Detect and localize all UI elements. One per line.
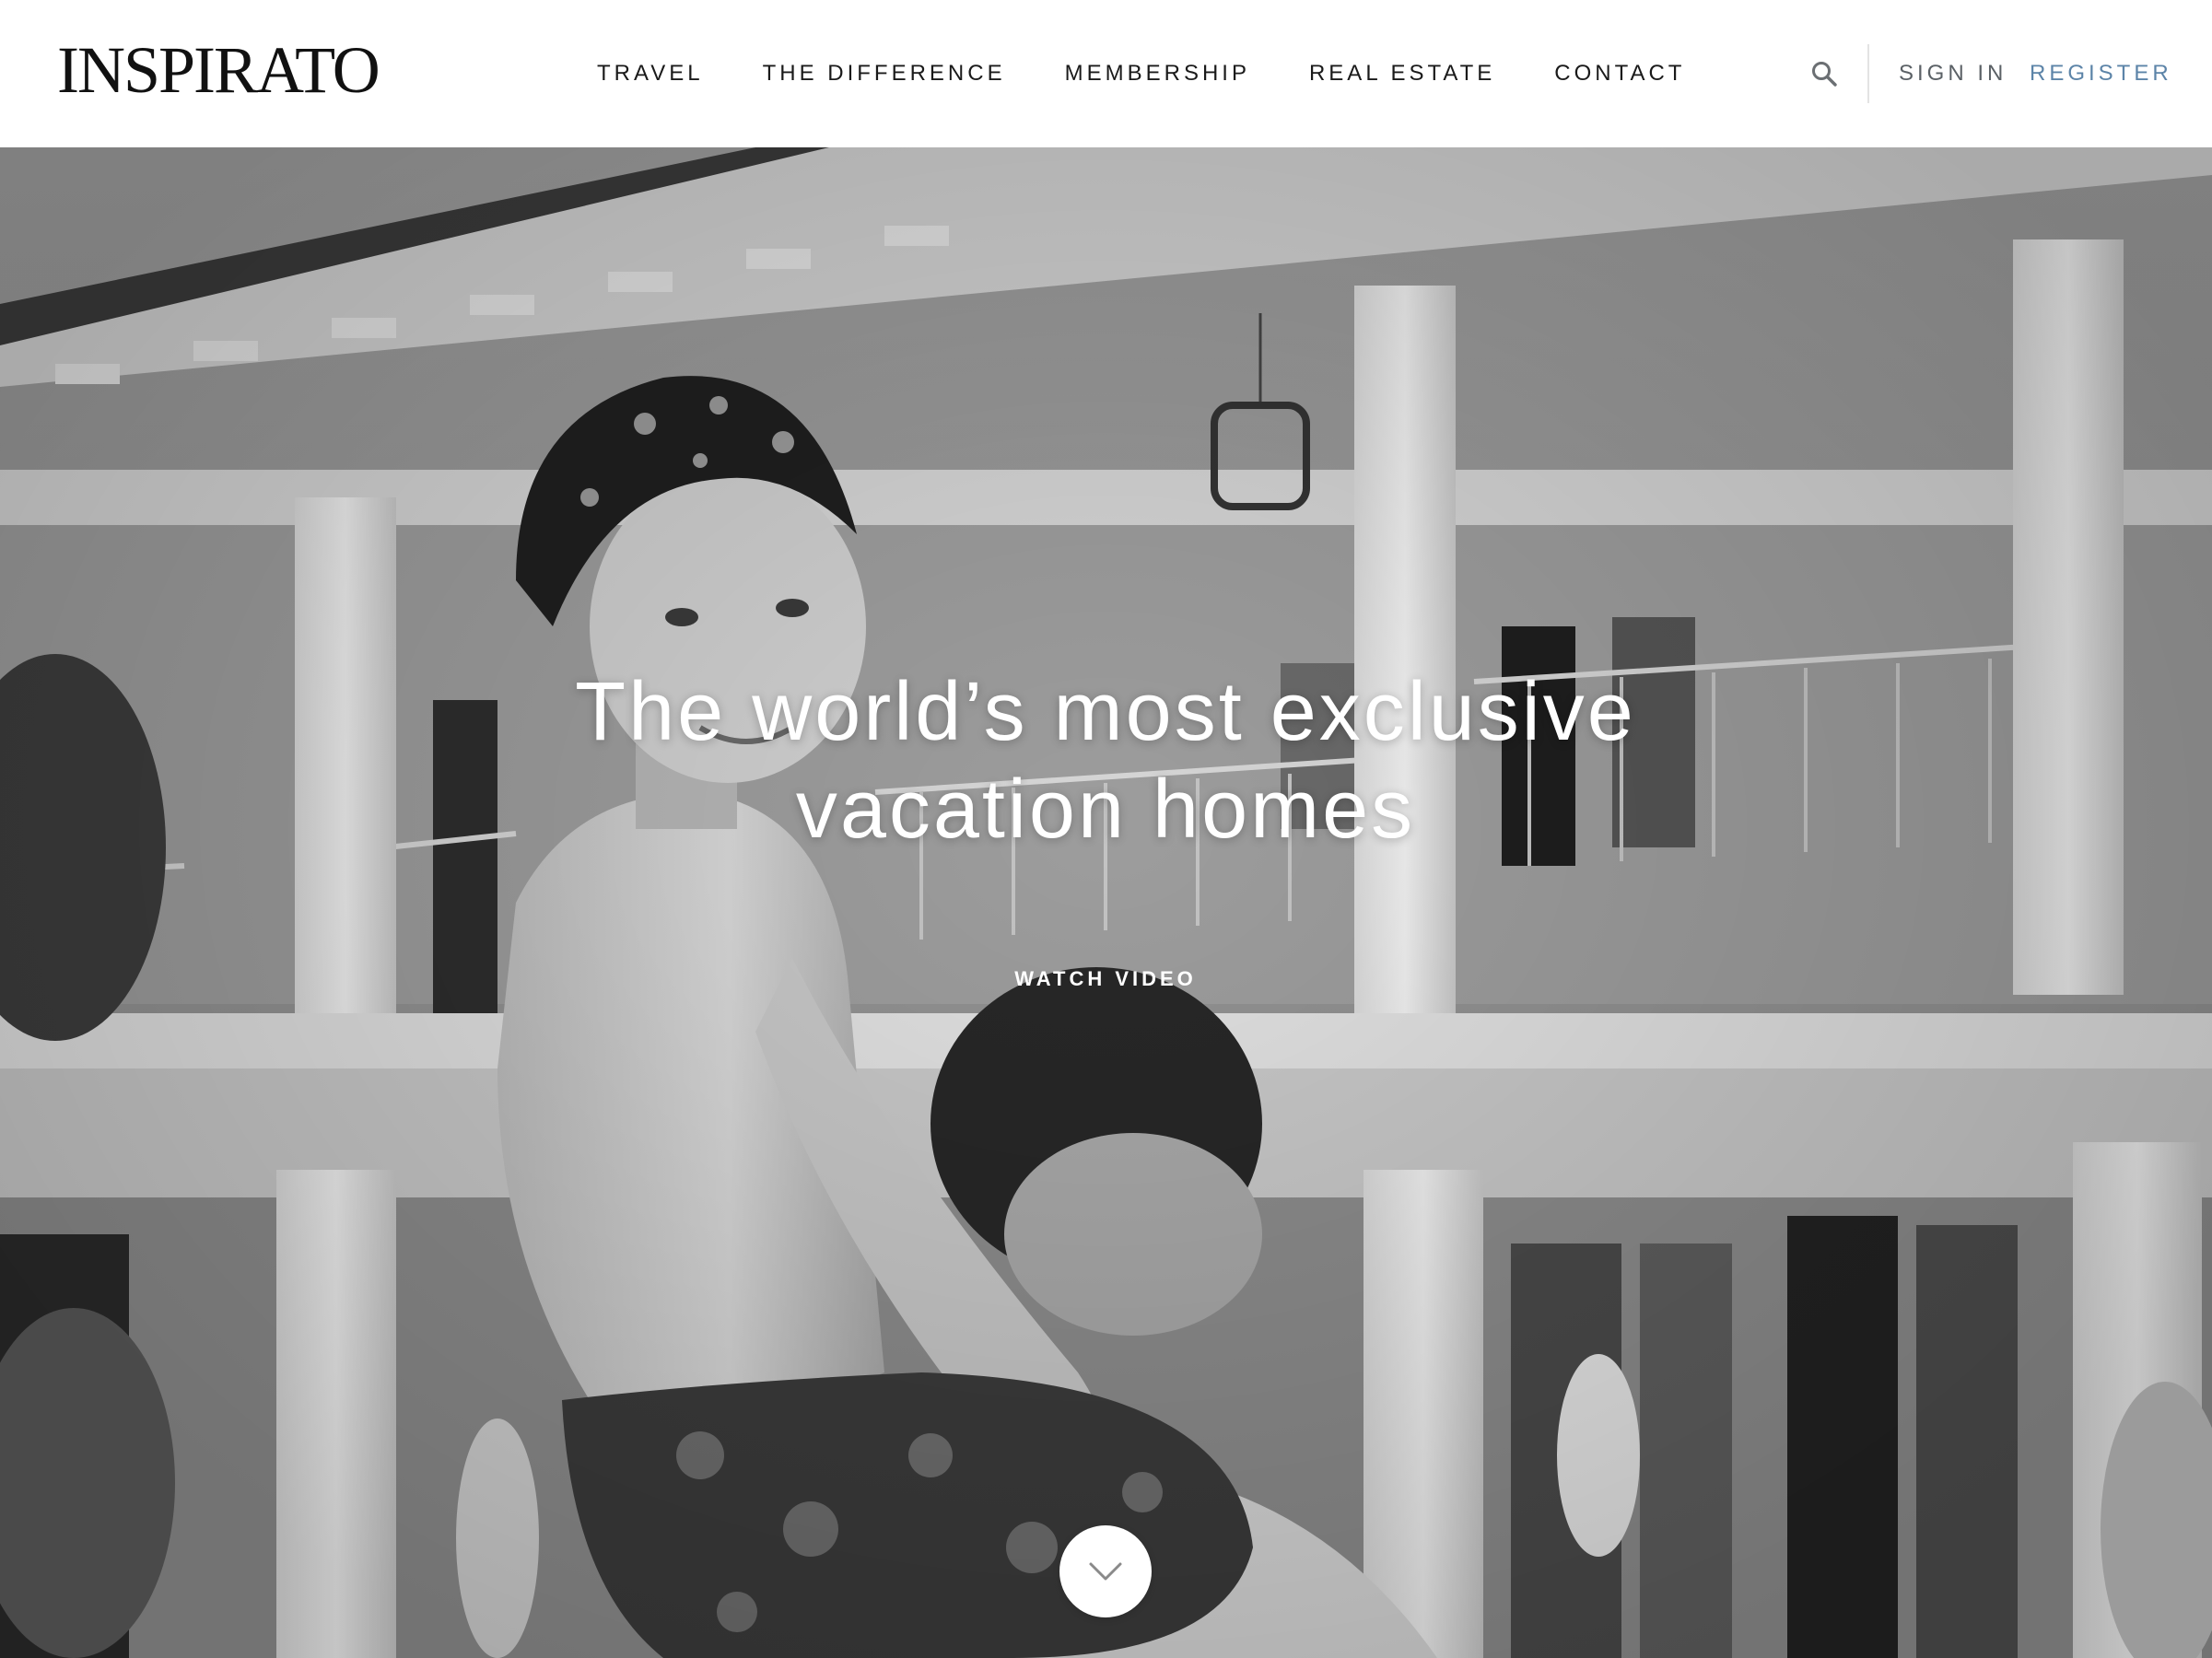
nav-item-membership[interactable]: MEMBERSHIP — [1065, 61, 1250, 87]
nav-item-real-estate[interactable]: REAL ESTATE — [1309, 61, 1495, 87]
watch-video-link[interactable]: WATCH VIDEO — [921, 967, 1290, 991]
site-header: INSPIRATO TRAVEL THE DIFFERENCE MEMBERSH… — [0, 0, 2212, 147]
nav-item-travel[interactable]: TRAVEL — [597, 61, 704, 87]
hero-headline: The world’s most exclusive vacation home… — [369, 663, 1843, 858]
chevron-down-icon — [1089, 1562, 1122, 1581]
scroll-down-button[interactable] — [1059, 1525, 1152, 1617]
register-link[interactable]: REGISTER — [2030, 57, 2172, 90]
search-icon — [1812, 62, 1837, 87]
hero-headline-line-2: vacation homes — [795, 764, 1416, 856]
hero-section: The world’s most exclusive vacation home… — [0, 147, 2212, 1658]
inspirato-logo[interactable]: INSPIRATO — [57, 35, 380, 105]
hero-headline-line-1: The world’s most exclusive — [575, 666, 1636, 758]
sign-in-link[interactable]: SIGN IN — [1899, 57, 2007, 90]
main-nav: TRAVEL THE DIFFERENCE MEMBERSHIP REAL ES… — [597, 53, 1685, 94]
nav-item-contact[interactable]: CONTACT — [1554, 61, 1685, 87]
search-button[interactable] — [1806, 55, 1843, 92]
nav-item-the-difference[interactable]: THE DIFFERENCE — [763, 61, 1006, 87]
hero-overlay — [0, 147, 2212, 1658]
header-divider — [1867, 44, 1869, 103]
